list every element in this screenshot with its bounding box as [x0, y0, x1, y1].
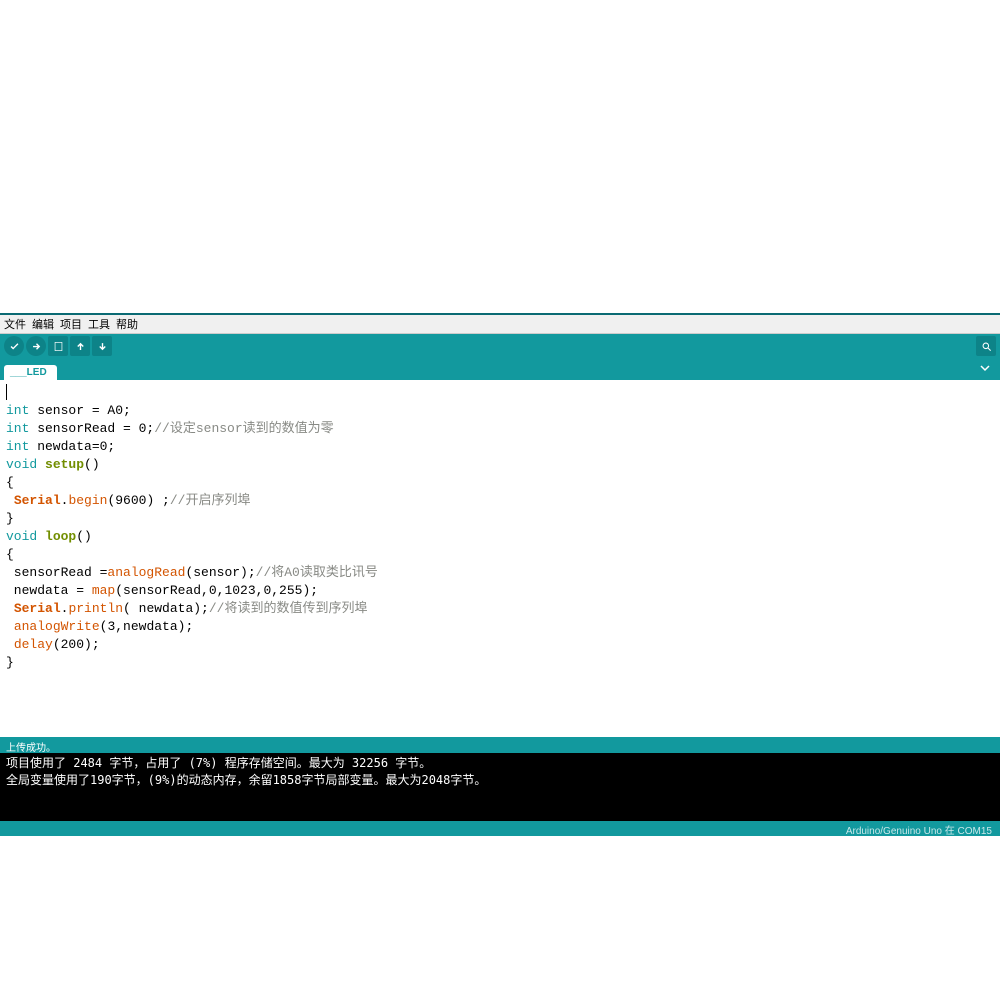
code-token: newdata =	[6, 583, 92, 598]
code-token: begin	[68, 493, 107, 508]
code-token: void	[6, 457, 37, 472]
code-token: delay	[14, 637, 53, 652]
tab-strip: ___LED	[0, 358, 1000, 380]
code-token	[6, 493, 14, 508]
sketch-tab[interactable]: ___LED	[4, 365, 57, 380]
code-token: (sensor);	[185, 565, 255, 580]
chevron-down-icon	[980, 363, 990, 373]
arrow-down-icon	[97, 341, 108, 352]
menu-sketch[interactable]: 项目	[60, 316, 82, 332]
code-token: analogWrite	[14, 619, 100, 634]
code-comment: //开启序列埠	[170, 493, 251, 508]
code-comment: //设定sensor读到的数值为零	[154, 421, 333, 436]
new-button[interactable]	[48, 336, 68, 356]
arrow-up-icon	[75, 341, 86, 352]
code-token: (9600) ;	[107, 493, 169, 508]
code-token: ( newdata);	[123, 601, 209, 616]
code-token: map	[92, 583, 115, 598]
board-footer: Arduino/Genuino Uno 在 COM15	[0, 821, 1000, 836]
code-comment: //将读到的数值传到序列埠	[209, 601, 368, 616]
code-token: analogRead	[107, 565, 185, 580]
arduino-ide-window: 文件 编辑 项目 工具 帮助 ___LED int sensor =	[0, 313, 1000, 836]
code-token: (200);	[53, 637, 100, 652]
code-token: {	[6, 547, 14, 562]
arrow-right-icon	[31, 341, 42, 352]
code-token	[6, 619, 14, 634]
code-comment: //将A0读取类比讯号	[256, 565, 378, 580]
code-token: ()	[76, 529, 92, 544]
code-token: newdata=0;	[29, 439, 115, 454]
save-button[interactable]	[92, 336, 112, 356]
toolbar	[0, 334, 1000, 358]
output-console: 项目使用了 2484 字节，占用了 (7%) 程序存储空间。最大为 32256 …	[0, 753, 1000, 821]
upload-button[interactable]	[26, 336, 46, 356]
file-icon	[53, 341, 64, 352]
code-token: Serial	[14, 493, 61, 508]
code-token	[6, 637, 14, 652]
board-info: Arduino/Genuino Uno 在 COM15	[846, 826, 992, 837]
menu-help[interactable]: 帮助	[116, 316, 138, 332]
serial-monitor-button[interactable]	[976, 336, 996, 356]
code-token: int	[6, 421, 29, 436]
verify-button[interactable]	[4, 336, 24, 356]
code-token: }	[6, 655, 14, 670]
code-token: sensor = A0;	[29, 403, 130, 418]
code-token: loop	[45, 529, 76, 544]
code-token: sensorRead =	[6, 565, 107, 580]
status-bar: 上传成功。	[0, 737, 1000, 753]
menu-bar: 文件 编辑 项目 工具 帮助	[0, 315, 1000, 334]
tab-menu-button[interactable]	[980, 362, 996, 380]
code-token: println	[68, 601, 123, 616]
code-token: (sensorRead,0,1023,0,255);	[115, 583, 318, 598]
code-token	[37, 529, 45, 544]
console-line: 项目使用了 2484 字节，占用了 (7%) 程序存储空间。最大为 32256 …	[6, 755, 994, 772]
menu-tools[interactable]: 工具	[88, 316, 110, 332]
code-token	[6, 601, 14, 616]
code-token: int	[6, 439, 29, 454]
menu-file[interactable]: 文件	[4, 316, 26, 332]
open-button[interactable]	[70, 336, 90, 356]
menu-edit[interactable]: 编辑	[32, 316, 54, 332]
console-line: 全局变量使用了190字节，(9%)的动态内存，余留1858字节局部变量。最大为2…	[6, 772, 994, 789]
code-token	[37, 457, 45, 472]
code-editor[interactable]: int sensor = A0; int sensorRead = 0;//设定…	[0, 380, 1000, 737]
code-token: {	[6, 475, 14, 490]
code-token: void	[6, 529, 37, 544]
code-token: (3,newdata);	[100, 619, 194, 634]
code-token: Serial	[14, 601, 61, 616]
code-token: }	[6, 511, 14, 526]
check-icon	[9, 341, 20, 352]
code-token: setup	[45, 457, 84, 472]
code-token: ()	[84, 457, 100, 472]
code-token: int	[6, 403, 29, 418]
magnifier-icon	[981, 341, 992, 352]
code-token: sensorRead = 0;	[29, 421, 154, 436]
